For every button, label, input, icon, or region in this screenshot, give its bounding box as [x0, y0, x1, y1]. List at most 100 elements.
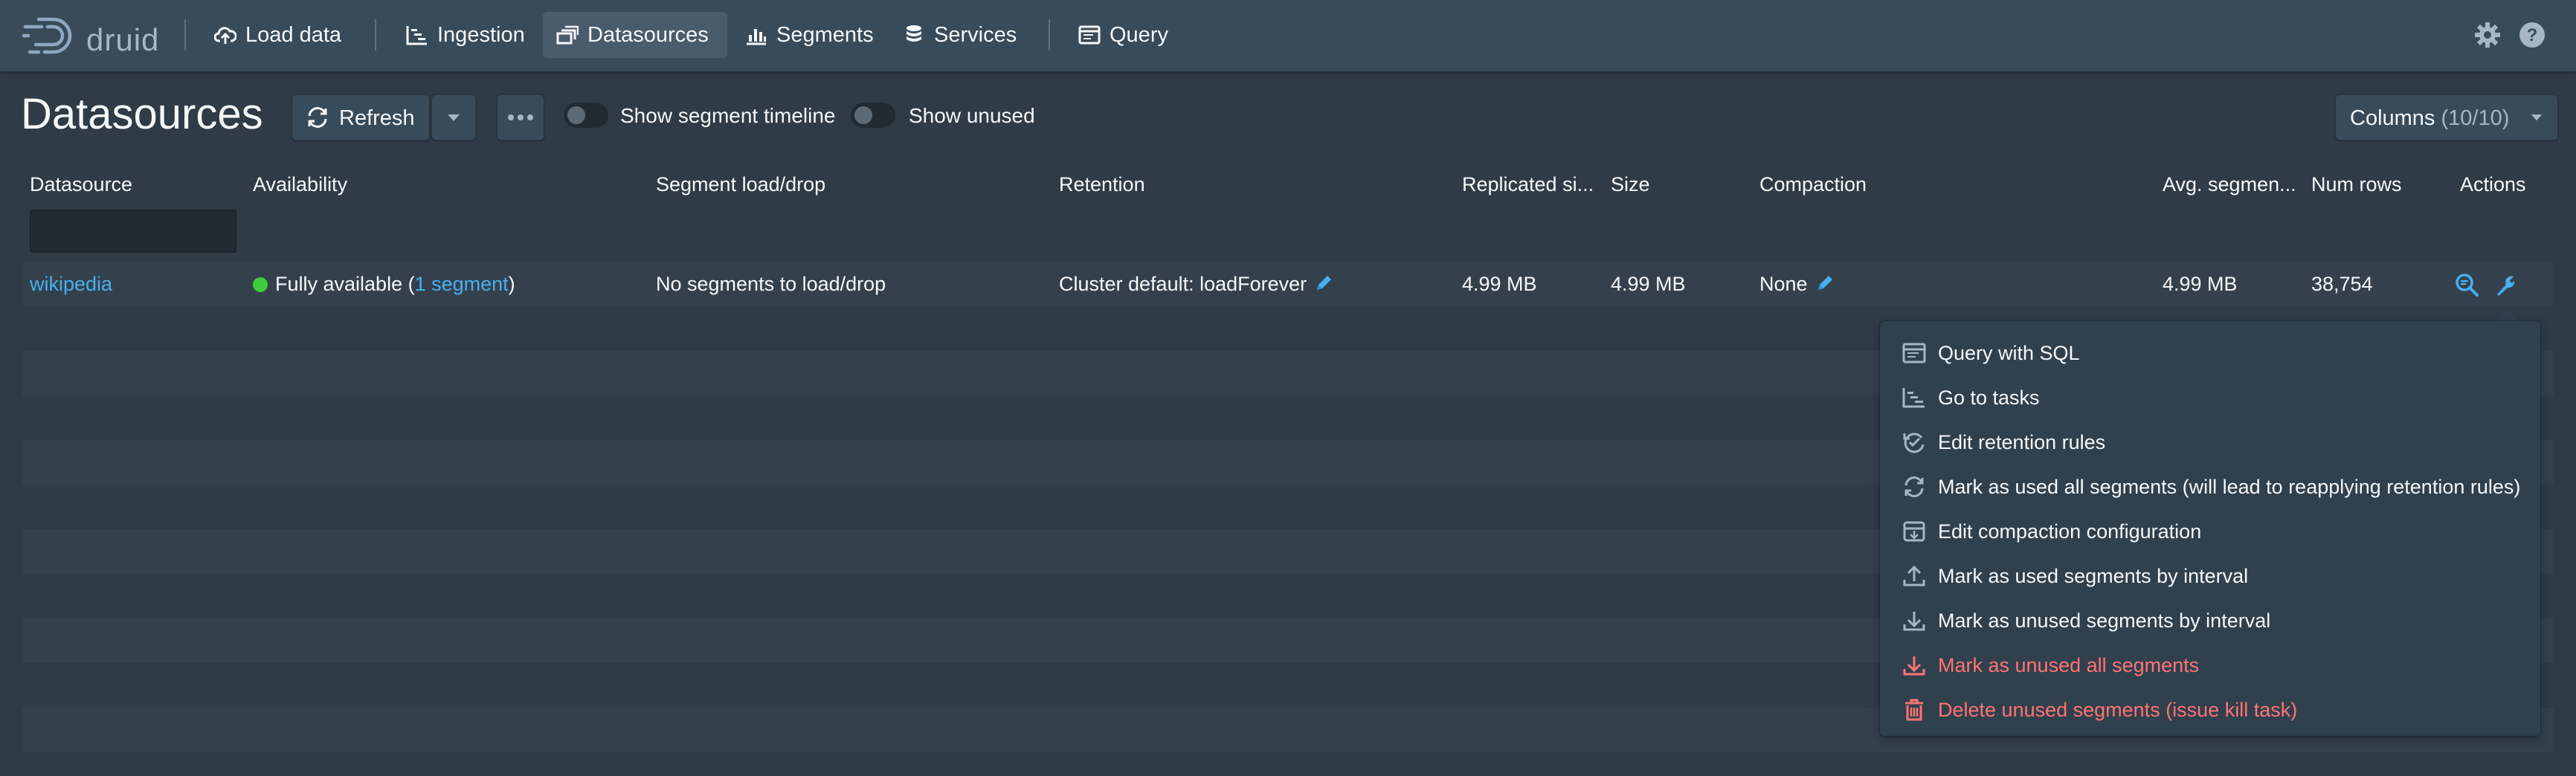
- segment-timeline-switch[interactable]: [564, 103, 608, 128]
- menu-item-edit-compaction[interactable]: Edit compaction configuration: [1893, 510, 2527, 553]
- columns-text: Columns: [2350, 106, 2435, 130]
- availability-status-dot: [253, 277, 268, 292]
- wrench-icon[interactable]: [2493, 272, 2518, 297]
- database-icon: [907, 25, 921, 42]
- column-header-compaction[interactable]: Compaction: [1752, 162, 2155, 207]
- nav-query[interactable]: Query: [1065, 12, 1184, 58]
- column-header-retention[interactable]: Retention: [1052, 162, 1455, 207]
- nav-load-data[interactable]: Load data: [201, 12, 366, 58]
- refresh-button[interactable]: Refresh: [292, 94, 430, 140]
- datasource-actions-menu: Query with SQL Go to tasks Edit retentio…: [1880, 321, 2540, 736]
- nav-label: Ingestion: [437, 23, 525, 47]
- num-rows-cell: 38,754: [2311, 273, 2373, 295]
- retention-text: Cluster default: loadForever: [1059, 273, 1307, 295]
- search-template-icon[interactable]: [2454, 272, 2479, 297]
- top-navbar: druid Load data Ingestion Datasources Se…: [0, 0, 2576, 71]
- nav-datasources[interactable]: Datasources: [543, 12, 727, 58]
- page-title: Datasources: [21, 90, 263, 138]
- cog-icon[interactable]: [2473, 21, 2502, 49]
- menu-item-delete-unused[interactable]: Delete unused segments (issue kill task): [1893, 688, 2527, 731]
- column-header-replicated-size[interactable]: Replicated si...: [1455, 162, 1603, 207]
- menu-item-label: Mark as used all segments (will lead to …: [1938, 476, 2521, 498]
- menu-item-mark-unused-all[interactable]: Mark as unused all segments: [1893, 644, 2527, 687]
- datasource-filter-input[interactable]: [30, 210, 236, 253]
- column-header-datasource[interactable]: Datasource: [22, 162, 245, 207]
- segment-count-link[interactable]: 1 segment: [415, 273, 509, 295]
- datasource-name-link[interactable]: wikipedia: [22, 262, 112, 306]
- download-icon: [1903, 612, 1925, 631]
- retention-cell: Cluster default: loadForever: [1052, 262, 1333, 306]
- caret-down-icon: [2531, 114, 2543, 121]
- stacked-chart-icon: [747, 29, 766, 45]
- column-header-actions: Actions: [2460, 173, 2526, 195]
- menu-item-label: Query with SQL: [1938, 342, 2080, 364]
- nav-label: Query: [1110, 23, 1168, 47]
- column-header-segment-load-drop[interactable]: Segment load/drop: [648, 162, 1052, 207]
- application-icon: [1902, 343, 1926, 363]
- switch-knob: [854, 106, 872, 124]
- column-header-availability[interactable]: Availability: [245, 162, 648, 207]
- show-unused-switch[interactable]: [851, 103, 895, 128]
- compaction-cell: None: [1752, 262, 1835, 306]
- columns-picker-button[interactable]: Columns (10/10): [2335, 94, 2558, 140]
- nav-divider: [375, 19, 376, 51]
- filter-row: [22, 207, 2554, 266]
- refresh-icon: [1904, 476, 1924, 497]
- nav-segments[interactable]: Segments: [732, 12, 880, 58]
- nav-label: Services: [934, 23, 1017, 47]
- compaction-text: None: [1759, 273, 1808, 295]
- column-header-avg-segment-size[interactable]: Avg. segmen...: [2155, 162, 2304, 207]
- column-header-size[interactable]: Size: [1603, 162, 1752, 207]
- help-icon[interactable]: ?: [2518, 21, 2546, 49]
- more-options-button[interactable]: [497, 94, 544, 140]
- trash-icon: [1905, 699, 1923, 721]
- availability-text: Fully available (: [275, 273, 415, 295]
- size-cell: 4.99 MB: [1611, 273, 1686, 295]
- nav-divider: [184, 19, 186, 51]
- multi-select-icon: [556, 25, 579, 45]
- segment-timeline-label: Show segment timeline: [620, 104, 836, 127]
- upload-icon: [1903, 565, 1925, 586]
- nav-label: Datasources: [587, 23, 709, 47]
- availability-suffix: ): [508, 273, 515, 295]
- druid-logo-icon: [22, 17, 72, 54]
- menu-item-label: Mark as unused segments by interval: [1938, 610, 2271, 632]
- refresh-label: Refresh: [339, 106, 415, 130]
- application-icon: [1078, 25, 1101, 45]
- compressed-icon: [1903, 521, 1925, 542]
- gantt-chart-icon: [1902, 388, 1925, 408]
- menu-item-label: Edit compaction configuration: [1938, 520, 2202, 543]
- column-header-num-rows[interactable]: Num rows: [2304, 162, 2453, 207]
- empty-row: [22, 752, 2554, 776]
- gantt-chart-icon: [406, 26, 427, 45]
- menu-item-go-to-tasks[interactable]: Go to tasks: [1893, 376, 2527, 419]
- menu-item-edit-retention-rules[interactable]: Edit retention rules: [1893, 421, 2527, 464]
- nav-label: Segments: [776, 23, 874, 47]
- menu-item-query-with-sql[interactable]: Query with SQL: [1893, 332, 2527, 375]
- menu-item-mark-used-interval[interactable]: Mark as used segments by interval: [1893, 554, 2527, 598]
- cloud-upload-icon: [214, 27, 236, 44]
- menu-item-label: Go to tasks: [1938, 387, 2040, 409]
- menu-item-label: Mark as used segments by interval: [1938, 565, 2249, 587]
- columns-label: Columns (10/10): [2350, 106, 2509, 131]
- menu-item-mark-used-all[interactable]: Mark as used all segments (will lead to …: [1893, 465, 2527, 508]
- download-icon: [1903, 656, 1925, 676]
- edit-compaction-icon[interactable]: [1815, 274, 1835, 293]
- nav-ingestion[interactable]: Ingestion: [393, 12, 538, 58]
- nav-services[interactable]: Services: [889, 12, 1031, 58]
- edit-retention-icon[interactable]: [1314, 274, 1333, 293]
- menu-item-label: Delete unused segments (issue kill task): [1938, 699, 2298, 721]
- brand-name: druid: [86, 22, 160, 57]
- replicated-size-cell: 4.99 MB: [1462, 273, 1537, 295]
- show-unused-label: Show unused: [909, 104, 1035, 127]
- menu-item-mark-unused-interval[interactable]: Mark as unused segments by interval: [1893, 599, 2527, 642]
- switch-knob: [567, 106, 585, 124]
- availability-cell: Fully available (1 segment): [245, 262, 515, 306]
- druid-logo[interactable]: druid: [22, 13, 171, 58]
- refresh-options-button[interactable]: [431, 94, 476, 140]
- nav-divider: [1049, 19, 1050, 51]
- refresh-icon: [308, 107, 327, 128]
- menu-item-label: Edit retention rules: [1938, 431, 2106, 453]
- caret-down-icon: [448, 114, 460, 121]
- avg-segment-size-cell: 4.99 MB: [2163, 273, 2238, 295]
